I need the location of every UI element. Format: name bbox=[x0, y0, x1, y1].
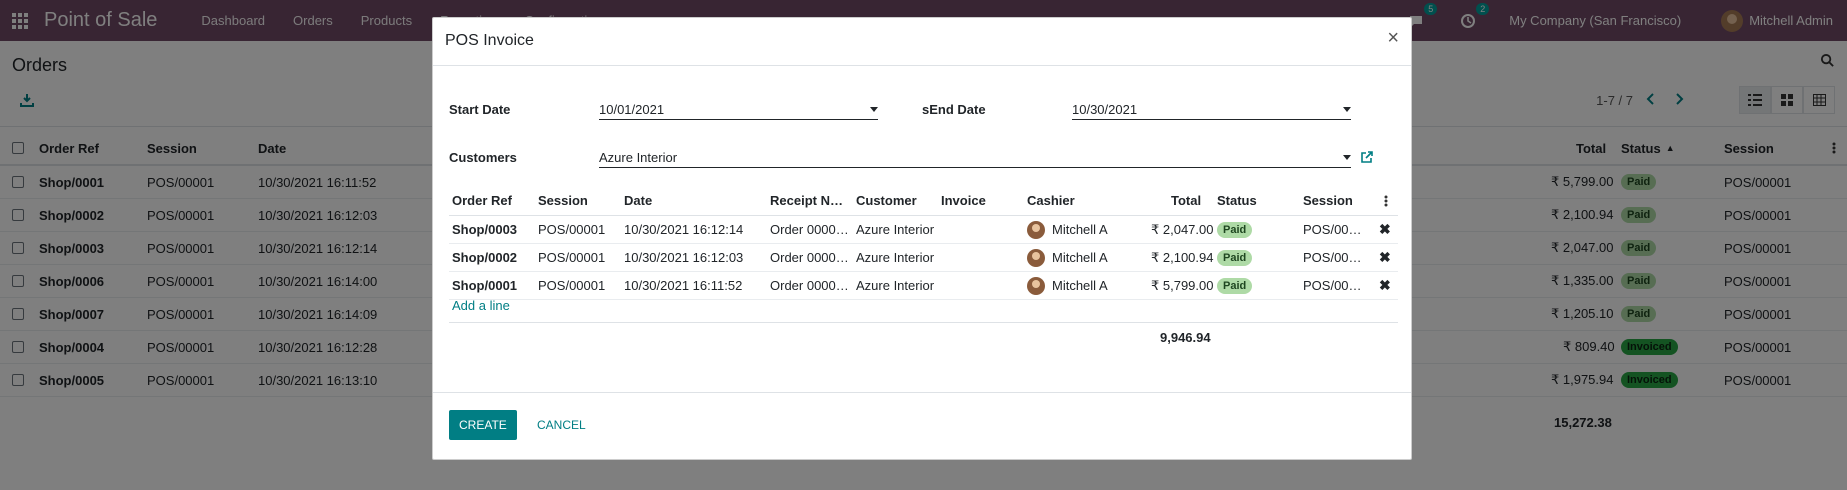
subcol-status[interactable]: Status bbox=[1217, 186, 1257, 215]
delete-row-icon[interactable]: ✖ bbox=[1379, 216, 1391, 243]
sub-session2: POS/00… bbox=[1303, 278, 1362, 293]
subcol-session[interactable]: Session bbox=[538, 186, 588, 215]
subcol-date[interactable]: Date bbox=[624, 186, 652, 215]
sub-session2: POS/00… bbox=[1303, 222, 1362, 237]
subtable-header-row: Order Ref Session Date Receipt N… Custom… bbox=[449, 186, 1398, 216]
start-date-value: 10/01/2021 bbox=[599, 102, 665, 117]
sub-cashier: Mitchell A bbox=[1027, 244, 1109, 271]
subcol-order-ref[interactable]: Order Ref bbox=[452, 186, 512, 215]
pos-invoice-dialog: POS Invoice × Start Date 10/01/2021 sEnd… bbox=[432, 17, 1412, 460]
create-button[interactable]: CREATE bbox=[449, 410, 517, 440]
customers-label: Customers bbox=[449, 150, 517, 165]
sub-customer: Azure Interior bbox=[856, 250, 935, 265]
sub-total: ₹ 5,799.00 bbox=[1151, 277, 1214, 293]
sub-receipt: Order 0000… bbox=[770, 250, 849, 265]
sub-order-ref: Shop/0001 bbox=[452, 278, 518, 293]
start-date-field[interactable]: 10/01/2021 bbox=[599, 100, 878, 120]
modal-header: POS Invoice × bbox=[433, 18, 1411, 66]
avatar bbox=[1027, 276, 1045, 295]
end-date-label: sEnd Date bbox=[922, 102, 986, 117]
status-badge: Paid bbox=[1217, 277, 1253, 294]
customers-field[interactable]: Azure Interior bbox=[599, 148, 1351, 168]
add-line-link[interactable]: Add a line bbox=[452, 298, 510, 313]
chevron-down-icon bbox=[1343, 107, 1351, 112]
delete-row-icon[interactable]: ✖ bbox=[1379, 272, 1391, 299]
sub-customer: Azure Interior bbox=[856, 278, 935, 293]
sub-date: 10/30/2021 16:12:03 bbox=[624, 250, 744, 265]
subcol-cashier[interactable]: Cashier bbox=[1027, 186, 1075, 215]
sub-date: 10/30/2021 16:11:52 bbox=[624, 278, 743, 293]
sub-customer: Azure Interior bbox=[856, 222, 935, 237]
modal-title: POS Invoice bbox=[445, 32, 534, 49]
status-badge: Paid bbox=[1217, 249, 1253, 266]
start-date-label: Start Date bbox=[449, 102, 511, 117]
sub-total: ₹ 2,047.00 bbox=[1151, 221, 1214, 237]
cancel-button[interactable]: CANCEL bbox=[527, 410, 596, 440]
delete-row-icon[interactable]: ✖ bbox=[1379, 244, 1391, 271]
sub-cashier-name: Mitchell A bbox=[1052, 222, 1108, 237]
subtable-footer: 9,946.94 bbox=[449, 322, 1398, 346]
sub-cashier: Mitchell A bbox=[1027, 272, 1109, 299]
chevron-down-icon bbox=[870, 107, 878, 112]
subcol-total[interactable]: Total bbox=[1171, 186, 1201, 215]
avatar bbox=[1027, 220, 1045, 239]
subtable-row[interactable]: Shop/0002 POS/00001 10/30/2021 16:12:03 … bbox=[449, 244, 1398, 272]
close-icon[interactable]: × bbox=[1387, 28, 1399, 48]
optional-columns-icon[interactable] bbox=[1384, 186, 1388, 215]
modal-footer: CREATE CANCEL bbox=[433, 392, 1411, 460]
sub-session: POS/00001 bbox=[538, 278, 606, 293]
sub-date: 10/30/2021 16:12:14 bbox=[624, 222, 744, 237]
status-badge: Paid bbox=[1217, 221, 1253, 238]
subtable-row[interactable]: Shop/0001 POS/00001 10/30/2021 16:11:52 … bbox=[449, 272, 1398, 300]
external-link-icon[interactable] bbox=[1360, 150, 1374, 164]
sub-session: POS/00001 bbox=[538, 222, 606, 237]
sub-session2: POS/00… bbox=[1303, 250, 1362, 265]
customers-value: Azure Interior bbox=[599, 150, 678, 165]
sub-order-ref: Shop/0002 bbox=[452, 250, 518, 265]
subcol-session2[interactable]: Session bbox=[1303, 186, 1353, 215]
subcol-receipt[interactable]: Receipt N… bbox=[770, 186, 843, 215]
sub-cashier: Mitchell A bbox=[1027, 216, 1109, 243]
end-date-field[interactable]: 10/30/2021 bbox=[1072, 100, 1351, 120]
sub-cashier-name: Mitchell A bbox=[1052, 250, 1108, 265]
subtable-row[interactable]: Shop/0003 POS/00001 10/30/2021 16:12:14 … bbox=[449, 216, 1398, 244]
subtable-total: 9,946.94 bbox=[1160, 329, 1211, 345]
sub-receipt: Order 0000… bbox=[770, 278, 849, 293]
chevron-down-icon bbox=[1343, 155, 1351, 160]
avatar bbox=[1027, 248, 1045, 267]
end-date-value: 10/30/2021 bbox=[1072, 102, 1138, 117]
subcol-customer[interactable]: Customer bbox=[856, 186, 917, 215]
sub-total: ₹ 2,100.94 bbox=[1151, 249, 1214, 265]
sub-cashier-name: Mitchell A bbox=[1052, 278, 1108, 293]
sub-receipt: Order 0000… bbox=[770, 222, 849, 237]
sub-order-ref: Shop/0003 bbox=[452, 222, 518, 237]
subcol-invoice[interactable]: Invoice bbox=[941, 186, 986, 215]
sub-session: POS/00001 bbox=[538, 250, 606, 265]
